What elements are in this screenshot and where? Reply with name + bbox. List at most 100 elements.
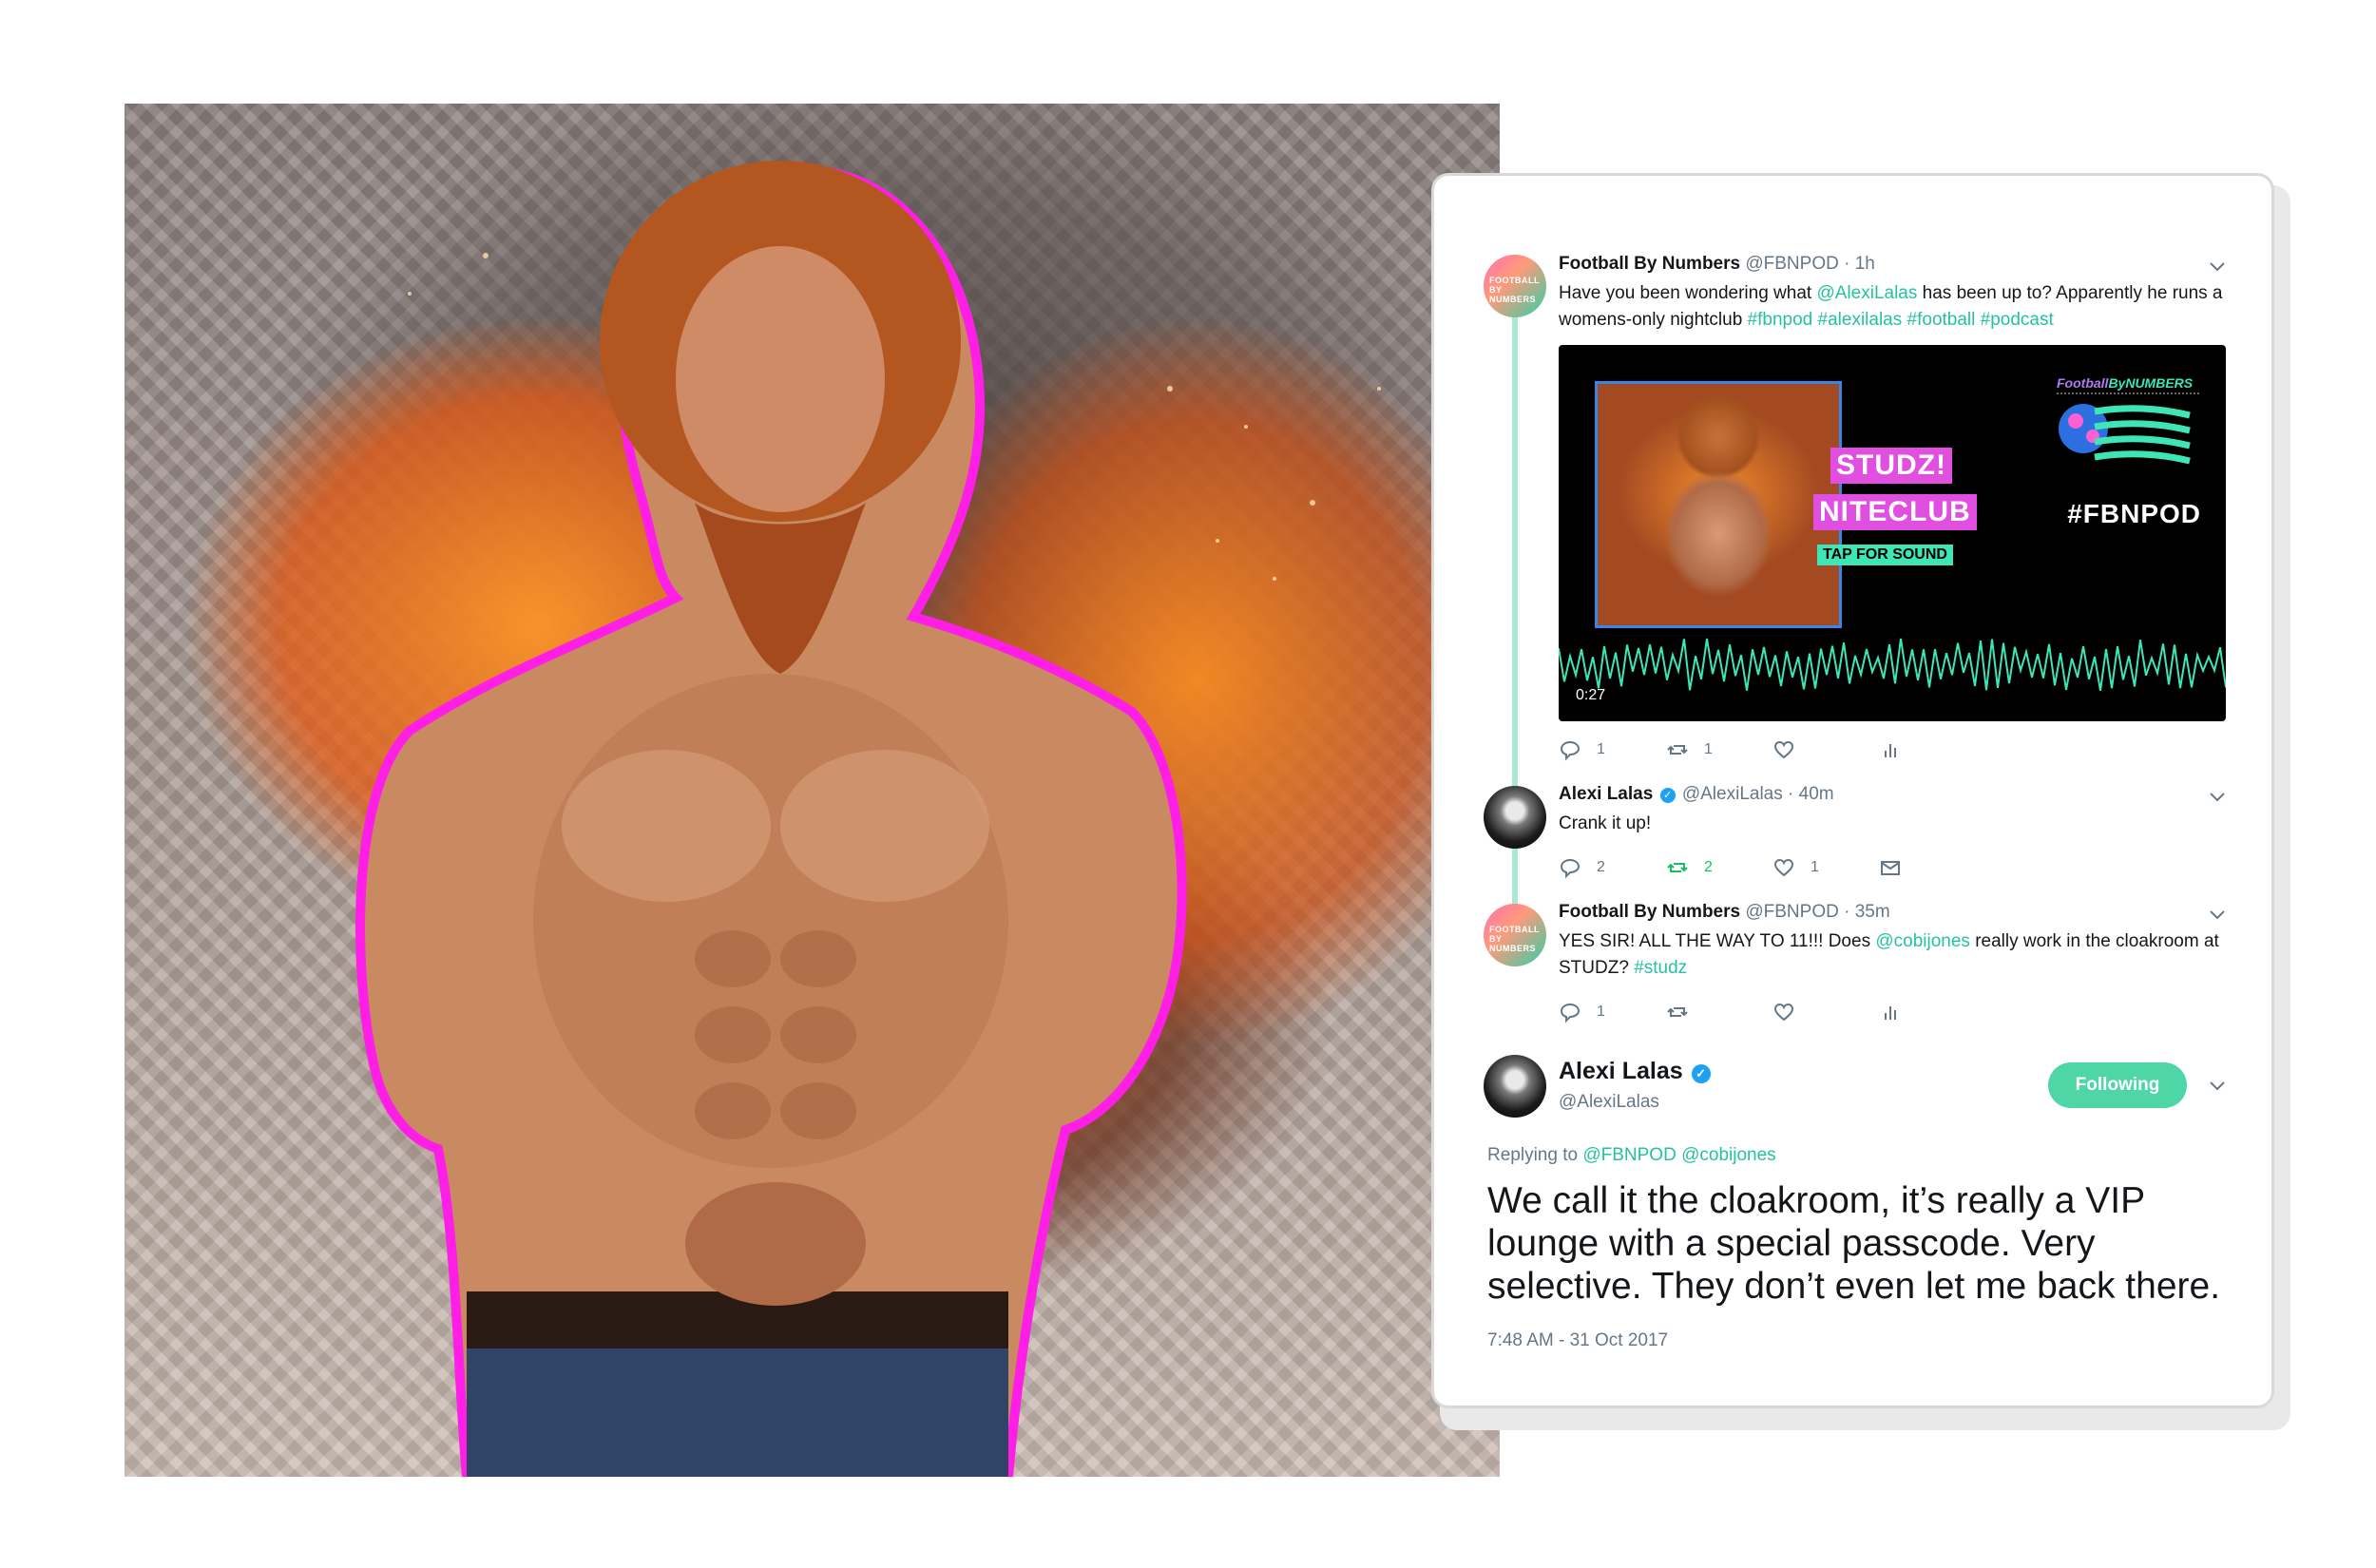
like-button[interactable]: 1	[1772, 856, 1819, 879]
audio-timecode: 0:27	[1576, 687, 1606, 703]
like-button[interactable]	[1772, 738, 1795, 761]
tweet-3-header: Football By Numbers @FBNPOD · 35m	[1559, 902, 2233, 923]
tweet-time[interactable]: · 1h	[1844, 254, 1875, 274]
reply-button[interactable]: 2	[1559, 856, 1605, 879]
analytics-icon	[1885, 744, 1896, 757]
reply-count: 1	[1597, 741, 1605, 757]
artwork-drawing	[355, 161, 1381, 1477]
reply-count: 1	[1597, 1004, 1605, 1020]
retweet-button[interactable]: 1	[1666, 738, 1713, 761]
direct-message-button[interactable]	[1879, 856, 1902, 879]
reply-button[interactable]: 1	[1559, 738, 1605, 761]
retweet-button[interactable]	[1666, 1001, 1689, 1023]
page: FOOTBALL BY NUMBERS Football By Numbers …	[0, 0, 2376, 1568]
retweet-icon	[1667, 1007, 1688, 1017]
tweet-2-text: Crank it up!	[1559, 813, 1652, 833]
author-handle[interactable]: @FBNPOD	[1745, 254, 1838, 274]
avatar-text: FOOTBALL BY NUMBERS	[1489, 276, 1540, 304]
author-handle[interactable]: @FBNPOD	[1745, 902, 1838, 922]
tweet-2-header: Alexi Lalas ✓ @AlexiLalas · 40m	[1559, 784, 2233, 805]
text-segment: Have you been wondering what	[1559, 283, 1817, 303]
reply-icon	[1560, 740, 1581, 761]
alexi-avatar[interactable]	[1484, 1055, 1546, 1118]
hashtag-football-link[interactable]: #football	[1907, 310, 1976, 330]
promo-artwork	[125, 104, 1500, 1477]
following-button[interactable]: Following	[2048, 1062, 2187, 1108]
chevron-down-icon[interactable]	[2207, 904, 2228, 925]
jeans	[467, 1348, 1008, 1477]
replying-to-line: Replying to @FBNPOD @cobijones	[1487, 1145, 1776, 1166]
tweet-3[interactable]: Football By Numbers @FBNPOD · 35m YES SI…	[1559, 902, 2233, 982]
brand-text: Football	[2057, 375, 2109, 391]
analytics-button[interactable]	[1879, 1001, 1902, 1023]
tweet-1-text: Have you been wondering what @AlexiLalas…	[1559, 280, 2233, 334]
hashtag-fbnpod-link[interactable]: #fbnpod	[1748, 310, 1813, 330]
chevron-down-icon[interactable]	[2207, 786, 2228, 807]
verified-badge-icon: ✓	[1691, 1064, 1711, 1083]
reply-icon	[1560, 1003, 1581, 1023]
main-author-name[interactable]: Alexi Lalas ✓	[1559, 1058, 1713, 1085]
tweet-2[interactable]: Alexi Lalas ✓ @AlexiLalas · 40m Crank it…	[1559, 784, 2233, 837]
author-handle[interactable]: @AlexiLalas	[1682, 784, 1783, 804]
tap-for-sound-label[interactable]: TAP FOR SOUND	[1817, 545, 1953, 565]
studz-label: STUDZ!	[1830, 448, 1952, 484]
tweet-thread-card: FOOTBALL BY NUMBERS Football By Numbers …	[1431, 173, 2274, 1408]
reply-button[interactable]: 1	[1559, 1001, 1605, 1023]
fbnpod-hashtag-label: #FBNPOD	[2067, 499, 2201, 528]
fbn-logo: FootballByNUMBERS	[2057, 375, 2199, 485]
tweet-3-text: YES SIR! ALL THE WAY TO 11!!! Does @cobi…	[1559, 928, 2233, 982]
retweet-icon	[1667, 745, 1688, 755]
main-author-name-text: Alexi Lalas	[1559, 1058, 1683, 1084]
author-name[interactable]: Alexi Lalas	[1559, 784, 1653, 804]
mention-cobijones-link[interactable]: @cobijones	[1875, 931, 1970, 951]
tweet-time[interactable]: · 40m	[1788, 784, 1834, 804]
author-name[interactable]: Football By Numbers	[1559, 902, 1740, 922]
audio-waveform	[1559, 638, 2226, 691]
chevron-down-icon[interactable]	[2207, 256, 2228, 277]
tweet-1[interactable]: Football By Numbers @FBNPOD · 1h Have yo…	[1559, 254, 2233, 334]
retweet-icon	[1667, 863, 1688, 872]
reply-icon	[1560, 858, 1581, 879]
hashtag-studz-link[interactable]: #studz	[1634, 958, 1687, 978]
fbn-avatar[interactable]: FOOTBALL BY NUMBERS	[1484, 255, 1546, 317]
main-author-handle[interactable]: @AlexiLalas	[1559, 1092, 1659, 1113]
belt	[467, 1291, 1008, 1348]
right-pec	[780, 750, 989, 902]
soccer-ball-logo-icon	[2059, 404, 2191, 465]
heart-icon	[1773, 1003, 1794, 1022]
envelope-icon	[1881, 861, 1900, 875]
heart-icon	[1773, 858, 1794, 877]
like-count: 1	[1811, 859, 1819, 875]
hashtag-podcast-link[interactable]: #podcast	[1981, 310, 2054, 330]
like-button[interactable]	[1772, 1001, 1795, 1023]
analytics-icon	[1885, 1006, 1896, 1020]
torso	[533, 674, 1008, 1168]
brand-text-accent: ByNUMBERS	[2108, 375, 2194, 391]
tweet-time[interactable]: · 35m	[1844, 902, 1890, 922]
clasped-hands	[685, 1182, 866, 1306]
retweet-button[interactable]: 2	[1666, 856, 1713, 879]
alexi-avatar[interactable]	[1484, 786, 1546, 849]
replying-to-label: Replying to	[1487, 1145, 1583, 1165]
niteclub-label: NITECLUB	[1813, 494, 1977, 530]
author-name[interactable]: Football By Numbers	[1559, 254, 1740, 274]
analytics-button[interactable]	[1879, 738, 1902, 761]
main-tweet-timestamp[interactable]: 7:48 AM - 31 Oct 2017	[1487, 1330, 1668, 1351]
heart-icon	[1773, 740, 1794, 759]
avatar-text: FOOTBALL BY NUMBERS	[1489, 925, 1540, 953]
tweet-1-header: Football By Numbers @FBNPOD · 1h	[1559, 254, 2233, 275]
chevron-down-icon[interactable]	[2207, 1075, 2228, 1096]
mention-alexilalas-link[interactable]: @AlexiLalas	[1816, 283, 1917, 303]
fbn-avatar[interactable]: FOOTBALL BY NUMBERS	[1484, 904, 1546, 966]
left-pec	[562, 750, 771, 902]
text-segment: YES SIR! ALL THE WAY TO 11!!! Does	[1559, 931, 1876, 951]
main-tweet-text: We call it the cloakroom, it’s really a …	[1487, 1180, 2221, 1307]
retweet-count: 2	[1704, 859, 1713, 875]
replying-to-mentions-link[interactable]: @FBNPOD @cobijones	[1582, 1145, 1775, 1165]
reply-count: 2	[1597, 859, 1605, 875]
thread-connector-line	[1512, 316, 1518, 963]
podcast-media-card[interactable]: STUDZ! NITECLUB TAP FOR SOUND FootballBy…	[1559, 345, 2226, 721]
verified-badge-icon: ✓	[1659, 788, 1676, 803]
hashtag-alexilalas-link[interactable]: #alexilalas	[1818, 310, 1903, 330]
retweet-count: 1	[1704, 741, 1713, 757]
